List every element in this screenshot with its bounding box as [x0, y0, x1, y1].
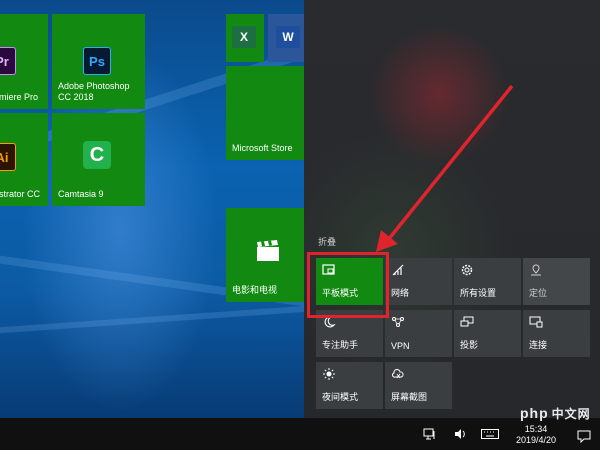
network-tray-icon[interactable]	[423, 427, 437, 441]
watermark-cn: 中文网	[551, 407, 591, 421]
clock-time: 15:34	[524, 424, 548, 434]
watermark-text: php	[520, 405, 549, 421]
keyboard-icon[interactable]	[481, 429, 499, 439]
notification-icon[interactable]	[577, 429, 591, 443]
volume-icon[interactable]	[453, 427, 467, 441]
watermark: php 中文网	[520, 405, 591, 422]
taskbar-clock[interactable]: 15:34 2019/4/20	[506, 424, 566, 446]
annotation-arrow	[376, 84, 514, 252]
clock-date: 2019/4/20	[515, 435, 557, 445]
